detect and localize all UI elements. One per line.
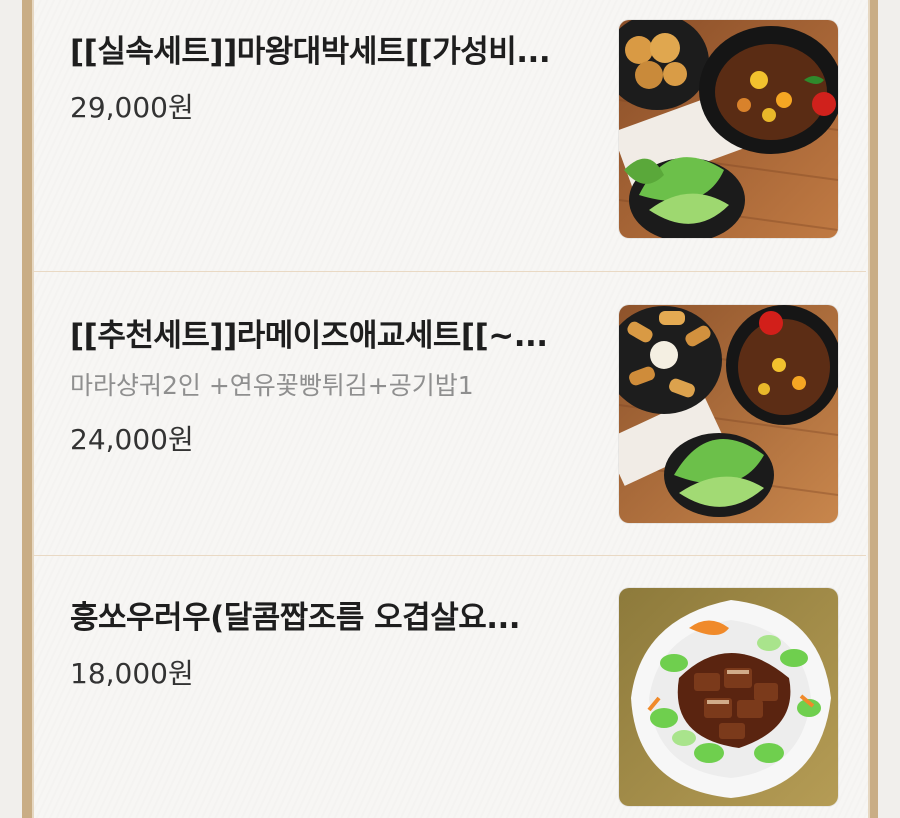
menu-list: [[실속세트]]마왕대박세트[[가성비... 29,000원 [[추천세트]]라… (34, 0, 866, 818)
menu-item[interactable]: [[실속세트]]마왕대박세트[[가성비... 29,000원 (34, 0, 866, 271)
food-photo-icon (619, 20, 838, 238)
menu-item[interactable]: 훙쏘우러우(달콤짭조름 오겹살요... 18,000원 (34, 556, 866, 818)
menu-item-price: 29,000원 (70, 91, 194, 124)
menu-item-price: 18,000원 (70, 657, 194, 690)
menu-item-title: 훙쏘우러우(달콤짭조름 오겹살요... (70, 600, 521, 636)
page-margin-right (878, 0, 900, 818)
frame-border-left (22, 0, 34, 818)
food-photo-icon (619, 305, 838, 523)
menu-page: [[실속세트]]마왕대박세트[[가성비... 29,000원 [[추천세트]]라… (0, 0, 900, 818)
food-photo-icon (619, 588, 838, 806)
page-margin-left (0, 0, 22, 818)
menu-item-title: [[실속세트]]마왕대박세트[[가성비... (70, 34, 551, 70)
menu-item-title: [[추천세트]]라메이즈애교세트[[~... (70, 318, 548, 354)
menu-item-photo[interactable] (619, 588, 838, 806)
menu-item-photo[interactable] (619, 20, 838, 238)
menu-item-description: 마라샹궈2인 +연유꽃빵튀김+공기밥1 (70, 371, 474, 400)
menu-item-price: 24,000원 (70, 423, 194, 456)
menu-item-photo[interactable] (619, 305, 838, 523)
menu-item[interactable]: [[추천세트]]라메이즈애교세트[[~... 마라샹궈2인 +연유꽃빵튀김+공기… (34, 272, 866, 555)
